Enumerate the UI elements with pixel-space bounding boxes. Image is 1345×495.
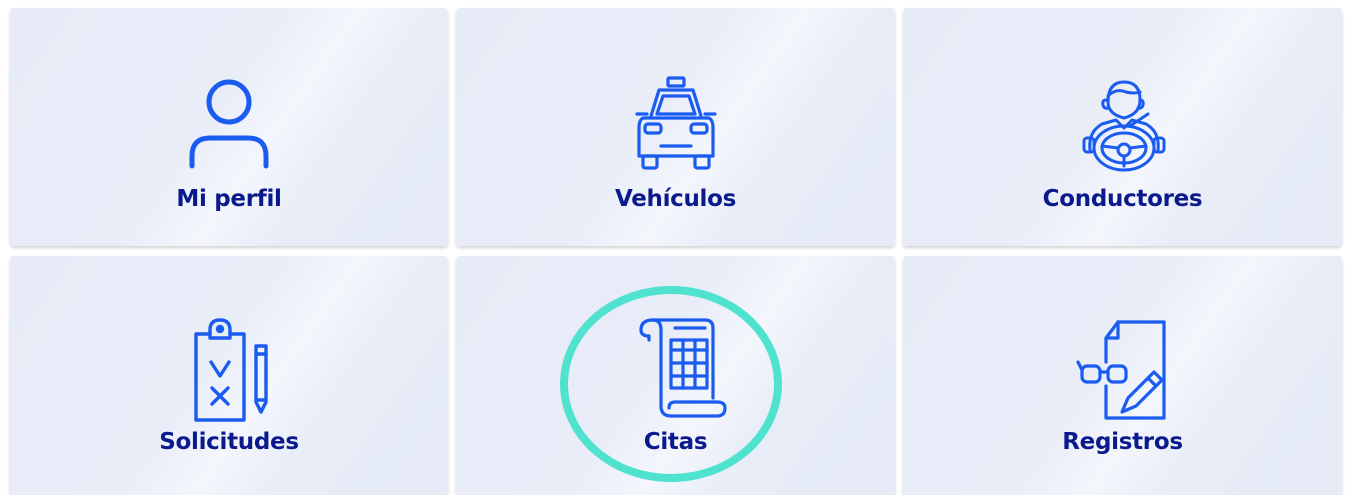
tile-mi-perfil[interactable]: Mi perfil [10,8,448,246]
checklist-icon [174,316,284,426]
tile-conductores[interactable]: Conductores [903,8,1342,246]
document-review-icon [1068,316,1178,426]
tile-solicitudes[interactable]: Solicitudes [10,256,448,495]
driver-icon [1068,74,1178,184]
tile-registros[interactable]: Registros [903,256,1342,495]
user-icon [174,74,284,184]
tile-label: Conductores [1042,186,1203,212]
tile-citas[interactable]: Citas [456,256,895,495]
tile-vehiculos[interactable]: Vehículos [456,8,895,246]
taxi-icon [621,74,731,184]
tile-label: Solicitudes [159,429,299,455]
tile-label: Mi perfil [176,186,282,212]
menu-grid: Mi perfil Vehículos Conductores Solicitu… [0,0,1345,495]
tile-label: Registros [1062,429,1183,455]
tile-label: Vehículos [614,186,737,212]
tile-label: Citas [643,429,708,455]
schedule-scroll-icon [621,316,731,426]
